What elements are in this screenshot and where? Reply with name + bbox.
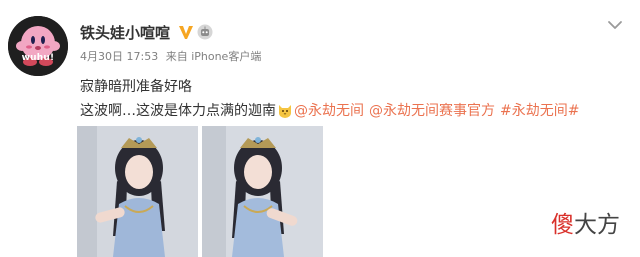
cosplay-photo-image [77, 126, 198, 257]
avatar-caption: wuhu! [21, 53, 55, 63]
post-meta: 4月30日 17:53 来自 iPhone客户端 [80, 48, 261, 64]
post-date-link[interactable]: 4月30日 17:53 [80, 50, 158, 63]
watermark-part-1: 傻 [551, 212, 574, 238]
watermark-part-2: 大方 [574, 212, 620, 238]
user-avatar[interactable]: wuhu! [8, 16, 68, 76]
cat-face-emoji-icon [279, 105, 291, 118]
username-link[interactable]: 铁头娃小喧喧 [80, 22, 170, 43]
chevron-down-icon[interactable] [607, 19, 623, 31]
post-photo-2[interactable] [202, 126, 323, 257]
post-text-body: 这波啊…这波是体力点满的迦南 [80, 103, 276, 119]
post-photo-1[interactable] [77, 126, 198, 257]
mention-yongjie-link[interactable]: @永劫无间 [294, 100, 364, 120]
mention-official-link[interactable]: @永劫无间赛事官方 [369, 100, 495, 120]
hashtag-topic-link[interactable]: #永劫无间# [500, 100, 579, 120]
v-verified-icon[interactable] [178, 24, 194, 40]
watermark: 傻大方 [551, 205, 620, 239]
post-text-line-2: 这波啊…这波是体力点满的迦南 @永劫无间 @永劫无间赛事官方 #永劫无间# [80, 100, 579, 120]
post-source: 来自 iPhone客户端 [165, 50, 262, 63]
post-text-line-1: 寂静暗刑准备好咯 [80, 79, 192, 95]
kirby-avatar-image [8, 16, 68, 76]
cosplay-photo-image [202, 126, 323, 257]
robot-badge-icon[interactable] [197, 24, 213, 40]
